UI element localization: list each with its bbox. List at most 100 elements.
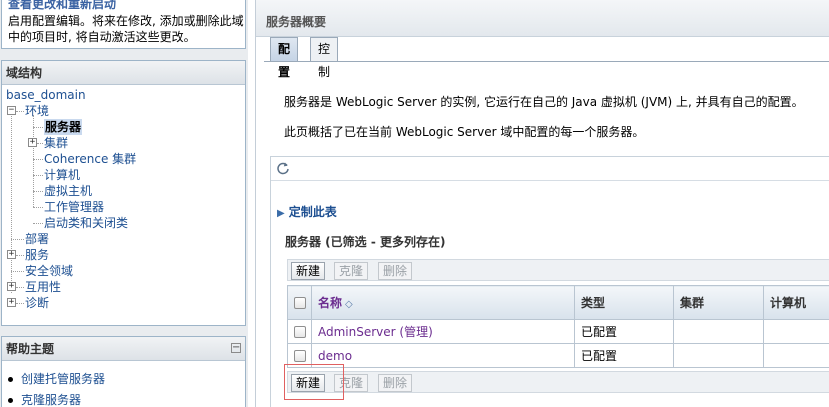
main-content: 服务器概要 配置 控制 服务器是 WebLogic Server 的实例, 它运… <box>255 0 829 407</box>
server-machine-cell <box>763 343 829 368</box>
main-header: 服务器概要 <box>256 0 829 37</box>
tree-item-diagnostics[interactable]: + 诊断 <box>2 295 245 311</box>
tree-branch-line <box>16 303 24 304</box>
plus-icon[interactable]: + <box>7 298 16 307</box>
tree-branch-line <box>16 255 24 256</box>
table-toolbar-bottom: 新建 克隆 删除 <box>287 371 829 393</box>
tree-item-label[interactable]: 服务 <box>25 247 49 263</box>
table-row: demo 已配置 <box>287 343 829 368</box>
table-header-row: 名称 ◇ 类型 集群 计算机 <box>287 285 829 320</box>
row-select-cell[interactable] <box>287 319 312 344</box>
column-header-machine[interactable]: 计算机 <box>763 285 829 320</box>
tree-item-clusters[interactable]: + 集群 <box>2 135 245 151</box>
help-topics-title: 帮助主题 <box>2 337 245 361</box>
tab-underline <box>264 61 829 62</box>
change-center-text: 启用配置编辑。将来在修改, 添加或删除此域中的项目时, 将自动激活这些更改。 <box>8 14 244 44</box>
tree-branch-line <box>37 143 43 144</box>
tree-item-label[interactable]: 虚拟主机 <box>44 183 92 199</box>
tree-item-label[interactable]: 服务器 <box>44 119 83 135</box>
plus-icon[interactable]: + <box>28 138 37 147</box>
tree-branch-line <box>16 111 24 112</box>
intro-text-1: 服务器是 WebLogic Server 的实例, 它运行在自己的 Java 虚… <box>284 95 804 109</box>
tree-item-interoperability[interactable]: + 互用性 <box>2 279 245 295</box>
server-type-cell: 已配置 <box>574 343 674 368</box>
server-name-cell[interactable]: AdminServer (管理) <box>311 319 575 344</box>
tree-item-environment[interactable]: − 环境 <box>2 103 245 119</box>
tree-item-label[interactable]: 诊断 <box>25 295 49 311</box>
servers-table-panel: ▶ 定制此表 服务器 (已筛选 - 更多列存在) 新建 克隆 删除 名称 ◇ 类型 … <box>270 156 829 407</box>
column-header-name-label[interactable]: 名称 <box>318 296 342 310</box>
tree-branch-line <box>33 159 43 160</box>
server-cluster-cell <box>673 319 764 344</box>
tree-item-security-realms[interactable]: 安全领域 <box>2 263 245 279</box>
tree-item-label[interactable]: 计算机 <box>44 167 80 183</box>
tree-branch-line <box>33 127 43 128</box>
tree-item-label[interactable]: 部署 <box>25 231 49 247</box>
tab-configuration[interactable]: 配置 <box>270 37 299 79</box>
column-header-type[interactable]: 类型 <box>574 285 674 320</box>
tree-item-label[interactable]: Coherence 集群 <box>44 151 136 167</box>
bullet-icon <box>8 398 13 403</box>
server-name-cell[interactable]: demo <box>311 343 575 368</box>
tree-item-services[interactable]: + 服务 <box>2 247 245 263</box>
select-all-header[interactable] <box>287 285 312 320</box>
delete-button[interactable]: 删除 <box>378 262 413 280</box>
tree-item-label[interactable]: 启动类和关闭类 <box>44 215 128 231</box>
tree-branch-line <box>11 239 24 240</box>
server-name-link[interactable]: demo <box>318 349 352 363</box>
sort-ascending-icon[interactable]: ◇ <box>345 299 353 310</box>
tree-item-machines[interactable]: 计算机 <box>2 167 245 183</box>
new-button[interactable]: 新建 <box>291 262 326 280</box>
tree-item-work-managers[interactable]: 工作管理器 <box>2 199 245 215</box>
tree-item-label[interactable]: 环境 <box>25 103 49 119</box>
customize-table-link[interactable]: ▶ 定制此表 <box>277 203 337 220</box>
row-checkbox[interactable] <box>293 326 306 338</box>
change-center-title[interactable]: 查看更改和重新启动 <box>8 0 116 12</box>
tree-item-coherence-clusters[interactable]: Coherence 集群 <box>2 151 245 167</box>
delete-button[interactable]: 删除 <box>378 374 413 392</box>
tree-item-label[interactable]: 集群 <box>44 135 68 151</box>
table-row: AdminServer (管理) 已配置 <box>287 319 829 344</box>
server-name-link[interactable]: AdminServer (管理) <box>318 325 433 339</box>
help-topic-item[interactable]: 创建托管服务器 <box>8 369 245 390</box>
tree-item-virtual-hosts[interactable]: 虚拟主机 <box>2 183 245 199</box>
tree-branch-line <box>16 287 24 288</box>
server-cluster-cell <box>673 343 764 368</box>
plus-icon[interactable]: + <box>7 250 16 259</box>
tab-control[interactable]: 控制 <box>310 37 339 79</box>
tree-item-label[interactable]: 互用性 <box>25 279 61 295</box>
intro-text-2: 此页概括了已在当前 WebLogic Server 域中配置的每一个服务器。 <box>284 125 645 139</box>
row-checkbox[interactable] <box>293 350 306 362</box>
minimize-icon[interactable]: − <box>231 343 241 353</box>
tree-branch-line <box>11 271 24 272</box>
page-title: 服务器概要 <box>266 15 327 29</box>
tree-item-label[interactable]: 工作管理器 <box>44 199 104 215</box>
tree-item-servers[interactable]: 服务器 <box>2 119 245 135</box>
help-topic-link[interactable]: 创建托管服务器 <box>21 372 105 386</box>
minus-icon[interactable]: − <box>7 106 16 115</box>
select-all-checkbox[interactable] <box>293 297 306 309</box>
tree-branch-line <box>33 223 43 224</box>
help-topic-link[interactable]: 克隆服务器 <box>21 393 81 407</box>
triangle-right-icon: ▶ <box>277 208 285 219</box>
refresh-bar <box>271 157 829 181</box>
column-header-name[interactable]: 名称 ◇ <box>311 285 575 320</box>
clone-button[interactable]: 克隆 <box>334 262 369 280</box>
plus-icon[interactable]: + <box>7 282 16 291</box>
tree-branch-line <box>33 175 43 176</box>
tree-root-base-domain[interactable]: base_domain <box>2 87 245 103</box>
column-header-cluster[interactable]: 集群 <box>673 285 764 320</box>
customize-table-label[interactable]: 定制此表 <box>289 205 337 219</box>
tree-branch-line <box>33 207 43 208</box>
tree-item-deployments[interactable]: 部署 <box>2 231 245 247</box>
help-topics-panel: 帮助主题 − 创建托管服务器 克隆服务器 <box>1 336 246 407</box>
table-toolbar-top: 新建 克隆 删除 <box>287 259 829 281</box>
help-topic-item[interactable]: 克隆服务器 <box>8 390 245 407</box>
tree-item-label[interactable]: 安全领域 <box>25 263 73 279</box>
domain-structure-title: 域结构 <box>2 61 245 85</box>
servers-table-title: 服务器 (已筛选 - 更多列存在) <box>285 235 446 249</box>
tree-branch-line <box>33 191 43 192</box>
domain-structure-panel: 域结构 base_domain − 环境 服务器 + 集群 Coherence … <box>1 60 246 326</box>
tree-item-startup-shutdown-classes[interactable]: 启动类和关闭类 <box>2 215 245 231</box>
refresh-icon[interactable] <box>276 161 290 175</box>
